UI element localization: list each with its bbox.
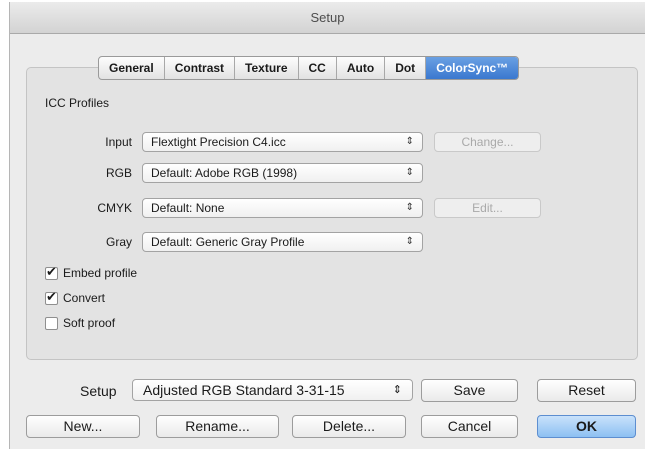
tab-dot[interactable]: Dot	[385, 57, 427, 79]
popup-arrows-icon: ⇕	[392, 384, 402, 396]
popup-arrows-icon: ⇕	[405, 167, 414, 178]
edit-button[interactable]: Edit...	[434, 198, 541, 218]
setup-window: Setup General Contrast Texture CC Auto D…	[9, 2, 645, 449]
gray-profile-value: Default: Generic Gray Profile	[151, 235, 305, 249]
gray-profile-popup[interactable]: Default: Generic Gray Profile ⇕	[142, 232, 423, 252]
embed-profile-label: Embed profile	[63, 266, 138, 280]
convert-checkbox[interactable]	[45, 289, 58, 305]
soft-proof-label: Soft proof	[63, 316, 116, 330]
cmyk-profile-popup[interactable]: Default: None ⇕	[142, 198, 423, 218]
title-bar[interactable]: Setup	[10, 2, 645, 34]
embed-profile-checkbox[interactable]	[45, 264, 58, 280]
window-title: Setup	[310, 10, 345, 25]
tab-cc[interactable]: CC	[299, 57, 337, 79]
cancel-button[interactable]: Cancel	[421, 415, 518, 438]
setup-preset-value: Adjusted RGB Standard 3-31-15	[143, 382, 345, 398]
save-button[interactable]: Save	[421, 379, 518, 402]
change-button[interactable]: Change...	[434, 132, 541, 152]
icc-profiles-heading: ICC Profiles	[45, 96, 110, 110]
tab-bar: General Contrast Texture CC Auto Dot Col…	[98, 56, 520, 80]
setup-label: Setup	[80, 383, 117, 399]
rgb-label: RGB	[105, 166, 132, 180]
tab-auto[interactable]: Auto	[337, 57, 386, 79]
popup-arrows-icon: ⇕	[405, 236, 414, 247]
input-profile-value: Flextight Precision C4.icc	[151, 135, 286, 149]
embed-profile-checkbox-row[interactable]: Embed profile	[45, 264, 138, 280]
tab-general[interactable]: General	[99, 57, 165, 79]
popup-arrows-icon: ⇕	[405, 202, 414, 213]
new-button[interactable]: New...	[26, 415, 140, 438]
delete-button[interactable]: Delete...	[292, 415, 406, 438]
convert-checkbox-row[interactable]: Convert	[45, 289, 106, 305]
tab-contrast[interactable]: Contrast	[165, 57, 236, 79]
tab-texture[interactable]: Texture	[235, 57, 299, 79]
input-label: Input	[105, 135, 132, 149]
tab-colorsync[interactable]: ColorSync™	[426, 57, 519, 79]
cmyk-profile-value: Default: None	[151, 201, 225, 215]
setup-preset-popup[interactable]: Adjusted RGB Standard 3-31-15 ⇕	[132, 379, 413, 401]
soft-proof-checkbox[interactable]	[45, 316, 58, 330]
cmyk-label: CMYK	[97, 201, 132, 215]
soft-proof-checkbox-row[interactable]: Soft proof	[45, 316, 115, 330]
rename-button[interactable]: Rename...	[156, 415, 279, 438]
reset-button[interactable]: Reset	[537, 379, 636, 402]
gray-label: Gray	[105, 235, 132, 249]
ok-button[interactable]: OK	[537, 415, 636, 438]
convert-label: Convert	[63, 291, 106, 305]
popup-arrows-icon: ⇕	[405, 136, 414, 147]
rgb-profile-value: Default: Adobe RGB (1998)	[151, 166, 298, 180]
input-profile-popup[interactable]: Flextight Precision C4.icc ⇕	[142, 132, 423, 152]
rgb-profile-popup[interactable]: Default: Adobe RGB (1998) ⇕	[142, 163, 423, 183]
